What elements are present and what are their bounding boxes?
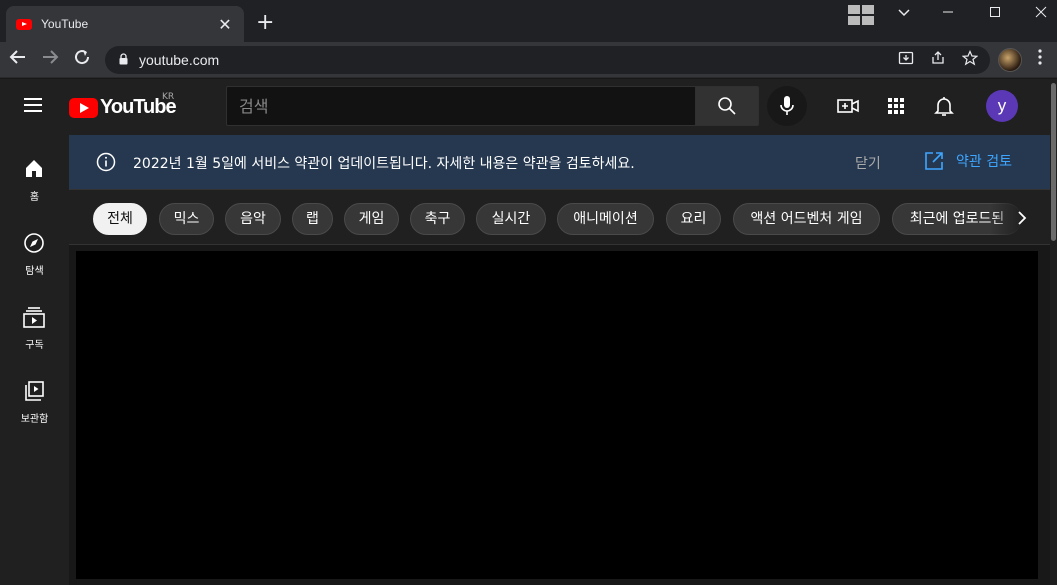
hamburger-menu-icon[interactable] [24,98,42,112]
apps-grid-icon[interactable] [884,94,908,118]
youtube-favicon-icon [16,18,32,30]
microphone-icon [780,96,794,115]
sidebar-item-subscriptions[interactable]: 구독 [0,305,69,379]
youtube-logo[interactable]: YouTube KR [69,92,177,119]
sidebar-item-explore[interactable]: 탐색 [0,231,69,305]
browser-tabstrip: YouTube ✕ + [0,0,1057,42]
region-code: KR [162,92,175,102]
create-video-icon[interactable] [836,94,860,118]
url-text: youtube.com [139,52,220,68]
address-bar[interactable]: youtube.com [105,46,990,74]
close-window-icon[interactable] [1031,6,1051,26]
bookmark-star-icon[interactable] [960,50,980,70]
sidebar-item-label: 홈 [29,192,40,203]
chevron-right-icon[interactable] [1010,206,1034,230]
subscriptions-icon [23,307,45,328]
chip-music[interactable]: 음악 [225,203,281,235]
tab-list-chevron-icon[interactable] [894,6,914,26]
new-tab-button[interactable]: + [256,12,274,34]
chip-rap[interactable]: 랩 [292,203,333,235]
sidebar-item-label: 탐색 [25,266,44,277]
sidebar-item-library[interactable]: 보관함 [0,379,69,453]
minimize-icon[interactable] [938,6,958,26]
maximize-icon[interactable] [985,6,1005,26]
browser-menu-icon[interactable] [1034,48,1046,72]
main-content [69,245,1050,585]
video-thumbnail[interactable] [76,251,1038,579]
chip-gaming[interactable]: 게임 [344,203,399,235]
tab-title: YouTube [41,17,89,31]
browser-toolbar: youtube.com [0,42,1057,78]
review-terms-link[interactable]: 약관 검토 [924,151,1012,171]
category-chips-bar: 전체 믹스 음악 랩 게임 축구 실시간 애니메이션 요리 액션 어드벤처 게임… [69,189,1050,245]
search-button[interactable] [695,86,759,126]
chip-cooking[interactable]: 요리 [666,203,721,235]
chip-soccer[interactable]: 축구 [410,203,465,235]
review-terms-label: 약관 검토 [956,154,1012,170]
search-icon [718,97,736,115]
forward-arrow-icon[interactable] [38,48,62,72]
share-icon[interactable] [928,50,948,70]
youtube-play-icon [69,97,98,118]
search-input[interactable] [227,87,695,125]
browser-tab[interactable]: YouTube ✕ [6,6,244,42]
back-arrow-icon[interactable] [6,48,30,72]
yt-header: YouTube KR y [0,79,1050,135]
page-scrollbar[interactable] [1050,79,1057,585]
youtube-page: YouTube KR y 홈 탐색 [0,79,1057,585]
account-avatar[interactable]: y [986,90,1018,122]
notifications-bell-icon[interactable] [932,94,956,118]
install-app-icon[interactable] [896,50,916,70]
library-icon [25,381,44,401]
banner-close-button[interactable]: 닫기 [855,153,881,173]
yt-sidebar: 홈 탐색 구독 보관함 [0,135,69,585]
tab-search-icon[interactable] [846,4,876,25]
chip-all[interactable]: 전체 [93,203,147,235]
home-icon [26,160,42,177]
scrollbar-thumb[interactable] [1051,83,1056,241]
chip-live[interactable]: 실시간 [476,203,546,235]
sidebar-item-home[interactable]: 홈 [0,157,69,231]
info-icon [96,152,116,172]
sidebar-item-label: 보관함 [20,414,49,425]
browser-profile-avatar[interactable] [998,48,1022,72]
sidebar-item-label: 구독 [25,340,44,351]
tab-close-icon[interactable]: ✕ [216,15,234,34]
lock-icon [119,53,128,65]
external-link-icon [925,152,943,170]
voice-search-button[interactable] [767,86,807,126]
search-box [226,86,696,126]
chip-mix[interactable]: 믹스 [159,203,214,235]
compass-icon [24,233,44,253]
reload-icon[interactable] [70,48,94,72]
chip-action-adventure[interactable]: 액션 어드벤처 게임 [733,203,880,235]
chip-animation[interactable]: 애니메이션 [557,203,654,235]
terms-update-banner: 2022년 1월 5일에 서비스 약관이 업데이트됩니다. 자세한 내용은 약관… [69,135,1050,189]
banner-message: 2022년 1월 5일에 서비스 약관이 업데이트됩니다. 자세한 내용은 약관… [133,156,635,172]
